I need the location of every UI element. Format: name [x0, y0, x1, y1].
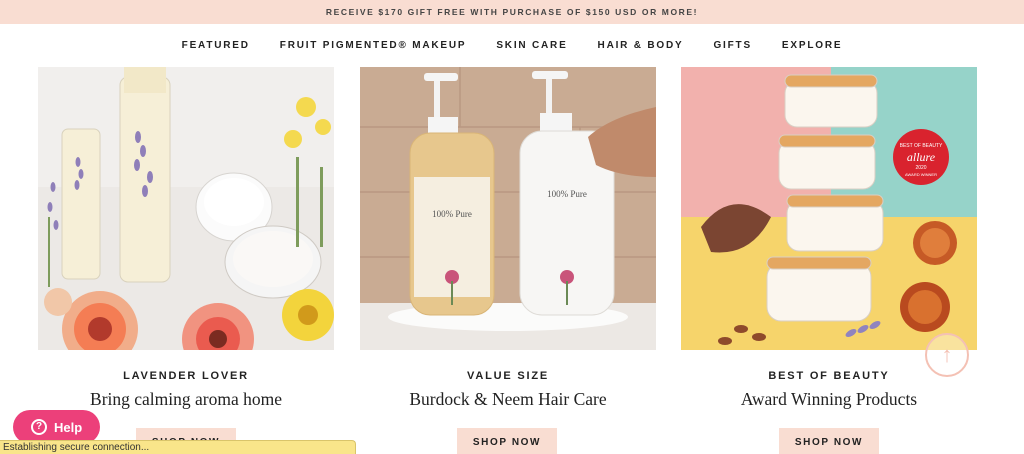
shop-now-button-hair-care[interactable]: SHOP NOW: [457, 428, 557, 454]
nav-hair-body[interactable]: HAIR & BODY: [598, 40, 684, 51]
shop-now-button-best-of-beauty[interactable]: SHOP NOW: [779, 428, 879, 454]
scroll-to-top-button[interactable]: ↑: [925, 333, 969, 377]
badge-brand-text: allure: [907, 150, 936, 164]
help-label: Help: [54, 419, 83, 435]
badge-bottom-text: AWARD WINNER: [905, 172, 937, 177]
badge-top-text: BEST OF BEAUTY: [900, 143, 943, 149]
card-eyebrow-lavender: LAVENDER LOVER: [123, 370, 249, 382]
nav-explore[interactable]: EXPLORE: [782, 40, 842, 51]
nav-fruit-pigmented-makeup[interactable]: FRUIT PIGMENTED® MAKEUP: [280, 40, 467, 51]
arrow-up-icon: ↑: [941, 342, 953, 367]
card-headline-hair-care[interactable]: Burdock & Neem Hair Care: [360, 389, 656, 410]
status-bar: Establishing secure connection...: [0, 440, 356, 454]
card-headline-lavender[interactable]: Bring calming aroma home: [38, 389, 334, 410]
nav-skin-care[interactable]: SKIN CARE: [496, 40, 567, 51]
hair-care-product-image[interactable]: 100% Pure 100% Pure: [360, 67, 656, 350]
card-headline-award-winning[interactable]: Award Winning Products: [681, 389, 977, 410]
help-button[interactable]: ? Help: [13, 410, 100, 444]
lavender-product-image[interactable]: [38, 67, 334, 350]
question-icon: ?: [31, 419, 47, 435]
promo-text: RECEIVE $170 GIFT FREE WITH PURCHASE OF …: [325, 7, 699, 17]
main-nav: FEATURED FRUIT PIGMENTED® MAKEUP SKIN CA…: [0, 24, 1024, 66]
nav-gifts[interactable]: GIFTS: [713, 40, 751, 51]
conditioner-brand: 100% Pure: [547, 189, 587, 199]
best-of-beauty-product-image[interactable]: BEST OF BEAUTY allure 2020 AWARD WINNER: [681, 67, 977, 350]
badge-year-text: 2020: [915, 165, 926, 171]
promo-banner: RECEIVE $170 GIFT FREE WITH PURCHASE OF …: [0, 0, 1024, 24]
shampoo-brand: 100% Pure: [432, 209, 472, 219]
card-eyebrow-value-size: VALUE SIZE: [467, 370, 549, 382]
nav-featured[interactable]: FEATURED: [182, 40, 250, 51]
